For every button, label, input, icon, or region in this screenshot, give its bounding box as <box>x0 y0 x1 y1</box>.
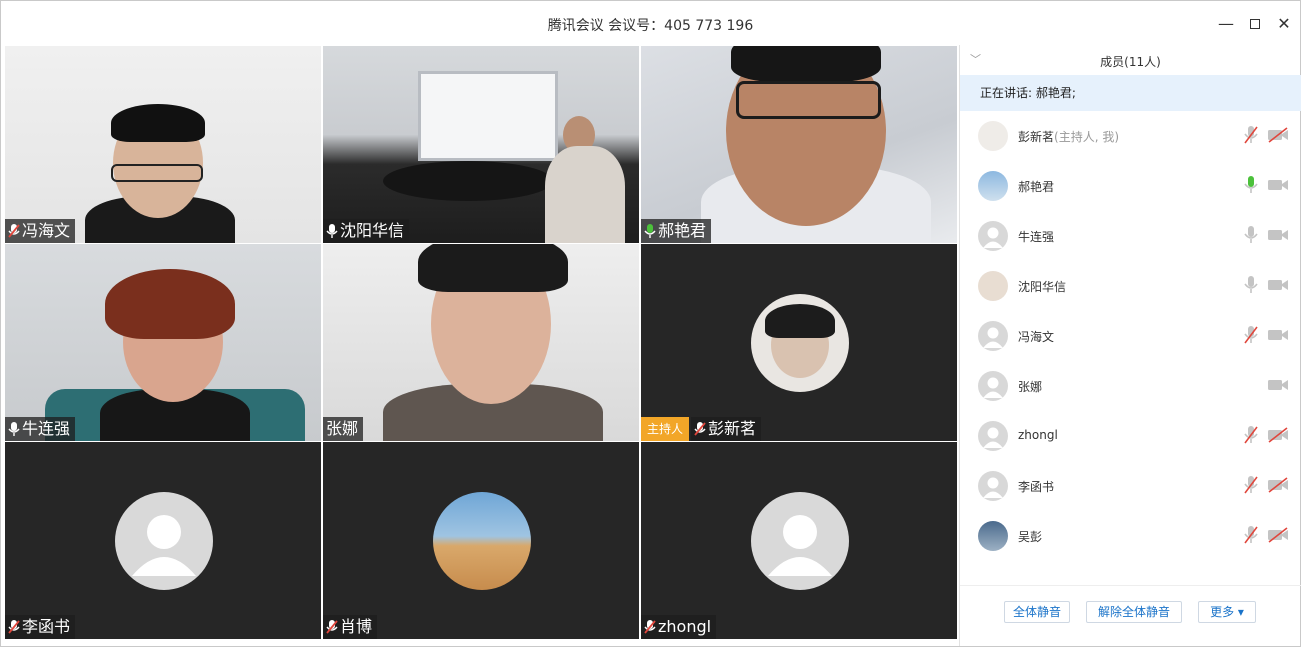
member-avatar <box>978 221 1008 251</box>
mic-muted-icon[interactable] <box>1243 425 1259 445</box>
member-name: zhongl <box>1018 428 1058 442</box>
member-avatar <box>978 371 1008 401</box>
member-avatar <box>978 471 1008 501</box>
member-name: 牛连强 <box>1018 230 1055 244</box>
member-row[interactable]: 吴彭 <box>960 511 1301 561</box>
camera-icon[interactable] <box>1267 327 1289 343</box>
tile-name-tag: 郝艳君 <box>641 219 712 243</box>
member-avatar <box>978 521 1008 551</box>
mute-all-button[interactable]: 全体静音 <box>1004 601 1070 623</box>
member-name: 沈阳华信 <box>1018 280 1067 294</box>
room-window <box>418 71 558 161</box>
video-tile-9[interactable]: zhongl <box>641 442 957 639</box>
title-bar: 腾讯会议 会议号：405 773 196 — ✕ <box>1 1 1300 45</box>
video-tile-8[interactable]: 肖博 <box>323 442 639 639</box>
participant-avatar <box>433 492 531 590</box>
member-name: 吴彭 <box>1018 530 1043 544</box>
video-tile-1[interactable]: 冯海文 <box>5 46 321 243</box>
mic-muted-icon <box>326 620 338 634</box>
members-title: 成员(11人) <box>1100 55 1161 69</box>
mic-icon[interactable] <box>1243 275 1259 295</box>
camera-off-icon[interactable] <box>1267 427 1289 443</box>
member-avatar <box>978 421 1008 451</box>
member-row[interactable]: 张娜 <box>960 361 1301 411</box>
meeting-window: 腾讯会议 会议号：405 773 196 — ✕ 冯海文 沈阳华信 郝艳君 牛连… <box>0 0 1301 647</box>
maximize-button[interactable] <box>1242 11 1268 37</box>
close-button[interactable]: ✕ <box>1271 11 1297 37</box>
video-tile-7[interactable]: 李函书 <box>5 442 321 639</box>
video-tile-3[interactable]: 郝艳君 <box>641 46 957 243</box>
tile-name-tag: 张娜 <box>323 417 364 441</box>
tile-name-tag: 冯海文 <box>5 219 76 243</box>
tile-name-tag: zhongl <box>641 615 717 639</box>
mic-icon <box>326 224 338 238</box>
host-badge: 主持人 <box>641 417 689 441</box>
mic-icon[interactable] <box>1243 225 1259 245</box>
mic-muted-icon[interactable] <box>1243 525 1259 545</box>
member-row[interactable]: 沈阳华信 <box>960 261 1301 311</box>
participant-avatar <box>751 294 849 392</box>
tile-name-tag: 肖博 <box>323 615 378 639</box>
member-row[interactable]: 牛连强 <box>960 211 1301 261</box>
tile-name-tag: 牛连强 <box>5 417 76 441</box>
member-name: 李函书 <box>1018 480 1055 494</box>
member-row[interactable]: zhongl <box>960 411 1301 461</box>
member-avatar <box>978 321 1008 351</box>
camera-off-icon[interactable] <box>1267 477 1289 493</box>
member-row[interactable]: 李函书 <box>960 461 1301 511</box>
window-title: 腾讯会议 会议号：405 773 196 <box>547 18 754 34</box>
member-row[interactable]: 郝艳君 <box>960 161 1301 211</box>
mic-muted-icon[interactable] <box>1243 475 1259 495</box>
member-row[interactable]: 冯海文 <box>960 311 1301 361</box>
members-panel: ﹀ 成员(11人) 正在讲话: 郝艳君; 彭新茗(主持人, 我) 郝艳君牛连强沈阳… <box>959 45 1301 646</box>
camera-off-icon[interactable] <box>1267 127 1289 143</box>
minimize-button[interactable]: — <box>1213 11 1239 37</box>
video-tile-5[interactable]: 张娜 <box>323 244 639 441</box>
tile-name-tag: 李函书 <box>5 615 76 639</box>
member-list[interactable]: 彭新茗(主持人, 我) 郝艳君牛连强沈阳华信冯海文张娜 zhongl 李函书吴彭 <box>960 111 1301 585</box>
mic-muted-icon[interactable] <box>1243 125 1259 145</box>
video-tile-6[interactable]: 主持人 彭新茗 <box>641 244 957 441</box>
mic-icon <box>8 422 20 436</box>
member-name: 彭新茗(主持人, 我) <box>1018 130 1120 144</box>
camera-off-icon[interactable] <box>1267 527 1289 543</box>
member-name: 郝艳君 <box>1018 180 1055 194</box>
member-avatar <box>978 121 1008 151</box>
speaking-indicator: 正在讲话: 郝艳君; <box>960 75 1301 111</box>
more-button[interactable]: 更多 ▾ <box>1198 601 1256 623</box>
unmute-all-button[interactable]: 解除全体静音 <box>1086 601 1182 623</box>
tile-name-tag: 彭新茗 <box>691 417 762 441</box>
member-row[interactable]: 彭新茗(主持人, 我) <box>960 111 1301 161</box>
members-panel-footer: 全体静音 解除全体静音 更多 ▾ <box>960 585 1301 646</box>
camera-icon[interactable] <box>1267 227 1289 243</box>
video-grid: 冯海文 沈阳华信 郝艳君 牛连强 张娜 主持人 彭新茗 李函书 肖博 zhong… <box>4 45 959 641</box>
video-tile-4[interactable]: 牛连强 <box>5 244 321 441</box>
mic-muted-icon <box>644 620 656 634</box>
camera-icon[interactable] <box>1267 277 1289 293</box>
mic-speaking-icon <box>644 224 656 238</box>
mic-muted-icon <box>8 224 20 238</box>
member-name: 张娜 <box>1018 380 1043 394</box>
camera-icon[interactable] <box>1267 377 1289 393</box>
tile-name-tag: 沈阳华信 <box>323 219 410 243</box>
mic-speaking-icon[interactable] <box>1243 175 1259 195</box>
member-name: 冯海文 <box>1018 330 1055 344</box>
maximize-icon <box>1250 19 1260 29</box>
default-avatar-icon <box>751 492 849 590</box>
camera-icon[interactable] <box>1267 177 1289 193</box>
member-role: (主持人, 我) <box>1054 130 1120 144</box>
mic-muted-icon[interactable] <box>1243 325 1259 345</box>
mic-muted-icon <box>694 422 706 436</box>
video-tile-2[interactable]: 沈阳华信 <box>323 46 639 243</box>
member-avatar <box>978 171 1008 201</box>
members-panel-header: ﹀ 成员(11人) <box>960 45 1301 75</box>
conference-table <box>383 161 553 201</box>
mic-muted-icon <box>8 620 20 634</box>
member-avatar <box>978 271 1008 301</box>
default-avatar-icon <box>115 492 213 590</box>
